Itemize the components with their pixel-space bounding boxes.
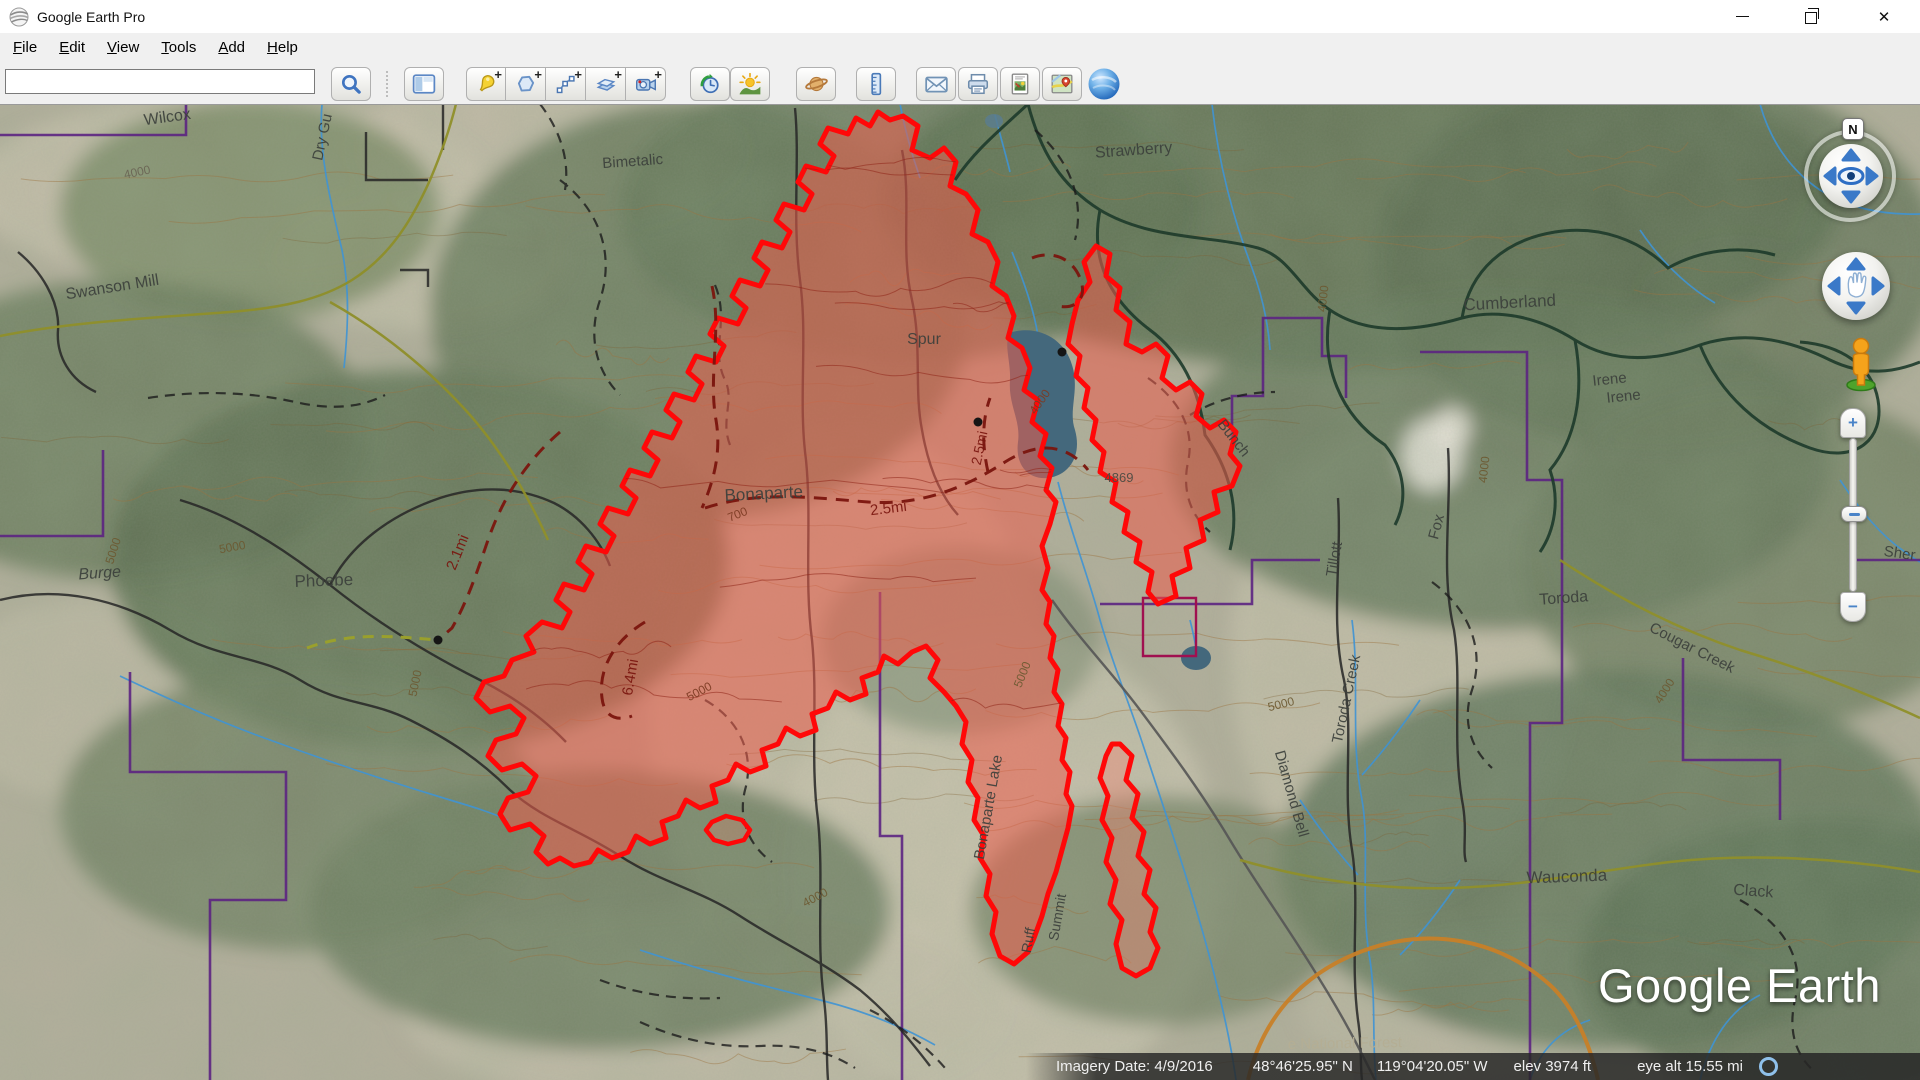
map-label: Phoebe bbox=[294, 570, 353, 591]
restore-button[interactable] bbox=[1783, 0, 1839, 33]
move-joystick[interactable] bbox=[1820, 250, 1892, 322]
historical-imagery-button[interactable] bbox=[690, 67, 730, 101]
save-image-icon bbox=[1008, 72, 1032, 96]
pegman-head bbox=[1854, 339, 1869, 354]
minimize-icon bbox=[1736, 16, 1749, 17]
add-path-button[interactable]: + bbox=[546, 67, 586, 101]
sunlight-button[interactable] bbox=[730, 67, 770, 101]
move-left-arrow-icon bbox=[1829, 278, 1839, 294]
toolbar-separator bbox=[386, 71, 388, 97]
print-button[interactable] bbox=[958, 67, 998, 101]
tiny-pond bbox=[985, 114, 1003, 128]
view-in-google-maps-button[interactable] bbox=[1042, 67, 1082, 101]
zoom-handle[interactable] bbox=[1841, 506, 1867, 522]
window-title: Google Earth Pro bbox=[37, 9, 145, 25]
title-bar: Google Earth Pro ✕ bbox=[0, 0, 1920, 33]
status-bar: Imagery Date: 4/9/2016 48°46'25.95" N 11… bbox=[1026, 1053, 1920, 1080]
move-up-arrow-icon bbox=[1848, 259, 1864, 269]
zoom-out-button[interactable]: − bbox=[1840, 592, 1866, 622]
map-label: 4869 bbox=[1105, 470, 1134, 485]
path-icon bbox=[555, 73, 577, 95]
look-up-arrow-icon bbox=[1843, 150, 1859, 160]
pegman-street-view[interactable] bbox=[1843, 334, 1879, 392]
map-label: e National Forest bbox=[1288, 1034, 1403, 1053]
map-label: 4000 bbox=[1476, 455, 1493, 483]
sidebar-panel-icon bbox=[412, 73, 436, 95]
google-maps-icon bbox=[1050, 72, 1074, 96]
zoom-in-button[interactable]: + bbox=[1840, 408, 1866, 438]
elevation: elev 3974 ft bbox=[1514, 1058, 1592, 1075]
menu-file[interactable]: File bbox=[2, 36, 48, 61]
save-image-button[interactable] bbox=[1000, 67, 1040, 101]
move-down-arrow-icon bbox=[1848, 303, 1864, 313]
earth-view-button[interactable] bbox=[1086, 66, 1122, 102]
menu-add[interactable]: Add bbox=[207, 36, 256, 61]
historical-imagery-clock-icon bbox=[698, 72, 722, 96]
printer-icon bbox=[966, 72, 990, 96]
search-input[interactable] bbox=[5, 69, 315, 94]
record-tour-button[interactable]: + bbox=[626, 67, 666, 101]
toggle-sidebar-button[interactable] bbox=[404, 67, 444, 101]
map-label: Clack bbox=[1733, 882, 1775, 902]
map-label: Spur bbox=[907, 331, 941, 348]
north-indicator[interactable]: N bbox=[1842, 118, 1864, 140]
hand-icon bbox=[1848, 273, 1866, 297]
image-overlay-icon bbox=[595, 73, 617, 95]
look-right-arrow-icon bbox=[1867, 168, 1877, 184]
map-label: Toroda bbox=[1539, 588, 1589, 608]
map-label: Irene bbox=[1592, 369, 1628, 389]
google-earth-logo: Google Earth bbox=[1598, 958, 1881, 1013]
restore-icon bbox=[1805, 12, 1817, 24]
ruler-icon bbox=[865, 72, 887, 96]
latitude: 48°46'25.95" N bbox=[1253, 1058, 1353, 1075]
saturn-planet-icon bbox=[804, 72, 829, 96]
sun-icon bbox=[738, 72, 762, 96]
move-right-arrow-icon bbox=[1873, 278, 1883, 294]
streaming-indicator-icon bbox=[1759, 1057, 1778, 1076]
zoom-slider[interactable]: + − bbox=[1840, 408, 1866, 622]
google-earth-app-icon bbox=[9, 7, 29, 27]
imagery-date: Imagery Date: 4/9/2016 bbox=[1056, 1058, 1213, 1075]
look-left-arrow-icon bbox=[1825, 168, 1835, 184]
eye-altitude: eye alt 15.55 mi bbox=[1637, 1058, 1743, 1075]
add-image-overlay-button[interactable]: + bbox=[586, 67, 626, 101]
earth-globe-icon bbox=[1086, 66, 1122, 102]
polygon-icon bbox=[515, 73, 537, 95]
add-placemark-button[interactable]: + bbox=[466, 67, 506, 101]
fire-perimeter-island bbox=[706, 816, 750, 844]
menu-help[interactable]: Help bbox=[256, 36, 309, 61]
ruler-button[interactable] bbox=[856, 67, 896, 101]
close-icon: ✕ bbox=[1878, 8, 1891, 26]
search-icon bbox=[340, 73, 362, 95]
menu-view[interactable]: View bbox=[96, 36, 150, 61]
handle-dash-icon bbox=[1849, 513, 1860, 516]
menu-bar: File Edit View Tools Add Help bbox=[0, 33, 1920, 63]
email-button[interactable] bbox=[916, 67, 956, 101]
minimize-button[interactable] bbox=[1714, 0, 1770, 33]
toolbar: + + + + + bbox=[0, 63, 1920, 105]
planets-button[interactable] bbox=[796, 67, 836, 101]
search-button[interactable] bbox=[331, 67, 371, 101]
map-viewport[interactable]: WilcoxDry GuSwanson Mill4000BimetalicStr… bbox=[0, 104, 1920, 1080]
map-label: Irene bbox=[1606, 386, 1642, 406]
longitude: 119°04'20.05" W bbox=[1377, 1058, 1488, 1075]
map-label: 4000 bbox=[1315, 284, 1332, 312]
menu-tools[interactable]: Tools bbox=[150, 36, 207, 61]
look-down-arrow-icon bbox=[1843, 192, 1859, 202]
plus-icon: + bbox=[1848, 413, 1858, 433]
add-polygon-button[interactable]: + bbox=[506, 67, 546, 101]
minus-icon: − bbox=[1848, 597, 1858, 617]
map-label: Burge bbox=[78, 564, 122, 584]
email-envelope-icon bbox=[924, 73, 949, 95]
menu-edit[interactable]: Edit bbox=[48, 36, 96, 61]
map-label: Wauconda bbox=[1526, 866, 1608, 888]
look-joystick[interactable]: N bbox=[1802, 118, 1902, 232]
close-button[interactable]: ✕ bbox=[1852, 0, 1916, 33]
